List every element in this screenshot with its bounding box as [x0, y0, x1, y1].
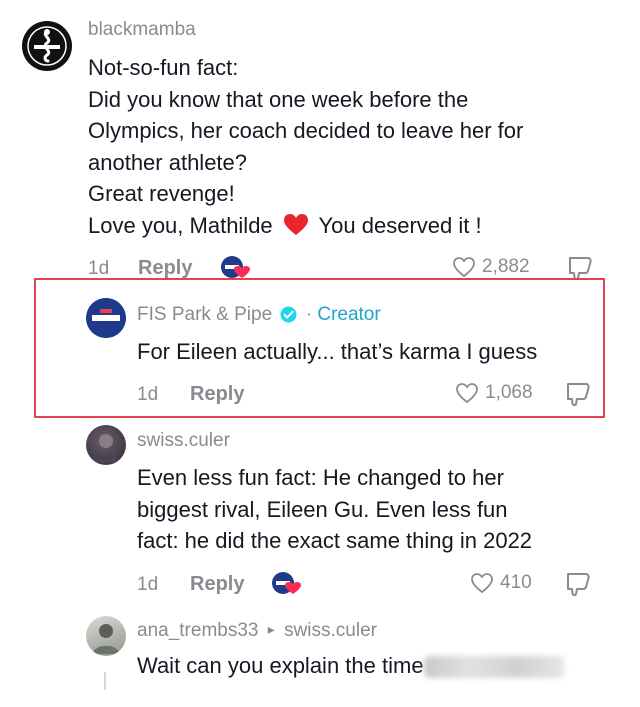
- heart-outline-icon: [471, 573, 493, 594]
- comment-line: Did you know that one week before the: [88, 86, 469, 112]
- dislike-icon: [567, 383, 590, 407]
- like-count: 410: [500, 572, 532, 593]
- username[interactable]: ana_trembs33: [137, 620, 258, 641]
- profile-photo-icon: [92, 624, 120, 654]
- reply-to-username[interactable]: swiss.culer: [284, 620, 377, 641]
- like-button[interactable]: 410: [470, 572, 532, 594]
- username-row: FIS Park & Pipe · Creator: [137, 304, 381, 326]
- avatar[interactable]: [22, 21, 72, 71]
- comment-line: fact: he did the exact same thing in 202…: [137, 528, 533, 553]
- comment-text: For Eileen actually... that’s karma I gu…: [137, 339, 538, 364]
- comment-text: Not-so-fun fact: Did you know that one w…: [88, 52, 608, 241]
- username[interactable]: FIS Park & Pipe: [137, 304, 272, 325]
- snake-logo-icon: [27, 26, 67, 66]
- username[interactable]: blackmamba: [88, 19, 196, 41]
- comment-line-text: You deserved it !: [318, 212, 482, 238]
- timestamp: 1d: [137, 574, 159, 595]
- username[interactable]: swiss.culer: [137, 430, 230, 452]
- like-count: 1,068: [485, 382, 533, 403]
- separator-dot: ·: [305, 304, 313, 325]
- dislike-button[interactable]: [564, 571, 592, 602]
- creator-label: Creator: [317, 304, 381, 325]
- creator-liked-badge: [270, 570, 302, 596]
- reply-arrow-icon: ▸: [267, 621, 275, 637]
- creator-heart-badge-icon: [272, 572, 301, 594]
- comment-text: Even less fun fact: He changed to her bi…: [137, 462, 612, 557]
- thread-line: [104, 672, 106, 690]
- comment-line: Great revenge!: [88, 181, 235, 206]
- comment-line: Olympics, her coach decided to leave her…: [88, 118, 524, 143]
- heart-outline-icon: [456, 383, 478, 404]
- comment-line: another athlete?: [88, 149, 248, 175]
- comment-line: Even less fun fact: He changed to her: [137, 465, 504, 490]
- creator-liked-badge: [219, 254, 251, 280]
- like-count: 2,882: [482, 256, 530, 277]
- comment-text-visible: Wait can you explain the time: [137, 653, 424, 678]
- creator-heart-badge-icon: [221, 256, 250, 278]
- like-button[interactable]: 1,068: [455, 382, 533, 404]
- comment-line: biggest rival, Eileen Gu. Even less fun: [137, 496, 508, 522]
- comment-line-text: Love you, Mathilde: [88, 212, 273, 238]
- comment-line: Not-so-fun fact:: [88, 55, 239, 80]
- username-row: ana_trembs33 ▸ swiss.culer: [137, 620, 377, 642]
- timestamp: 1d: [88, 258, 110, 279]
- avatar[interactable]: [86, 616, 126, 656]
- heart-outline-icon: [453, 257, 475, 278]
- reply-button[interactable]: Reply: [138, 257, 192, 280]
- fis-logo-icon: [86, 298, 126, 338]
- comment-line: Love you, Mathilde You deserved it !: [88, 210, 608, 242]
- blurred-text: [423, 656, 564, 679]
- dislike-icon: [567, 573, 590, 597]
- avatar[interactable]: [86, 425, 126, 465]
- reply-button[interactable]: Reply: [190, 573, 244, 596]
- comment-text: Wait can you explain the time: [137, 650, 617, 682]
- profile-photo-icon: [93, 434, 119, 463]
- timestamp: 1d: [137, 384, 159, 405]
- verified-badge-icon: [280, 306, 297, 323]
- like-button[interactable]: 2,882: [452, 256, 530, 278]
- avatar[interactable]: [86, 298, 126, 338]
- reply-button[interactable]: Reply: [190, 383, 244, 406]
- dislike-button[interactable]: [564, 381, 592, 412]
- red-heart-emoji-icon: [283, 213, 308, 235]
